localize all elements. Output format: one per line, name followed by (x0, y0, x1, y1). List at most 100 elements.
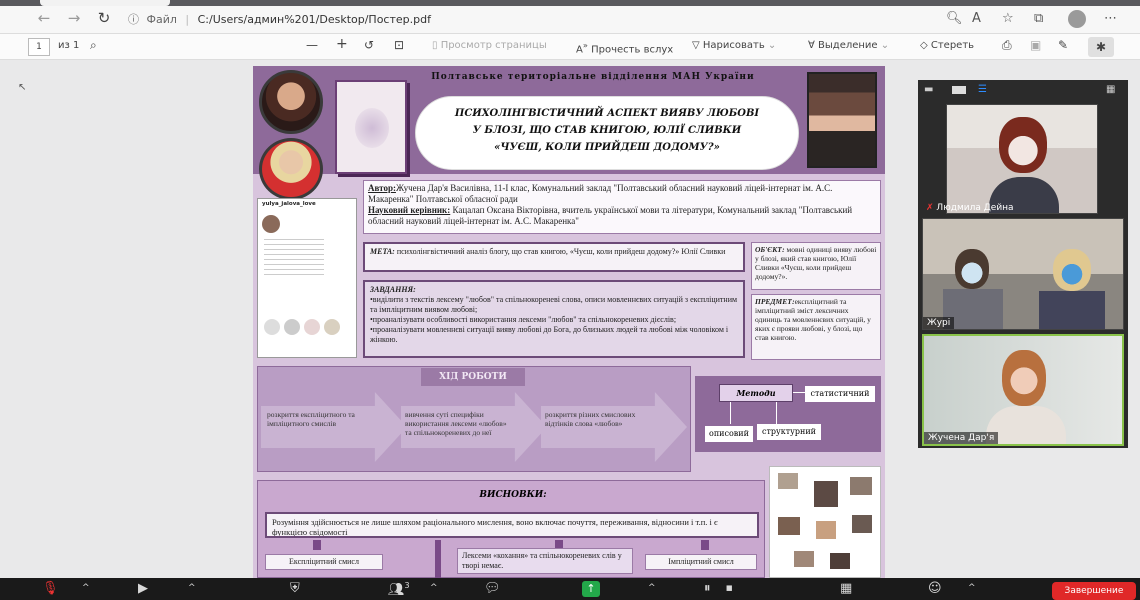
video-options-icon[interactable]: ^ (188, 583, 196, 593)
save-as-icon[interactable]: ✎ (1058, 38, 1068, 52)
url-label: Файл (146, 13, 177, 26)
view-icon[interactable] (952, 86, 966, 94)
collections-icon[interactable]: ⧉ (1034, 11, 1043, 26)
url-box[interactable]: ⓘ Файл | C:/Users/админ%201/Desktop/Пост… (128, 9, 938, 31)
participant-tile[interactable] (946, 104, 1098, 214)
save-icon[interactable]: ▣ (1030, 38, 1041, 52)
more-icon[interactable]: ⋯ (1104, 11, 1117, 26)
participant-name: Жучена Дар'я (924, 432, 999, 444)
highlight-button[interactable]: ∀ Выделение ⌄ (808, 40, 889, 51)
rotate-icon[interactable]: ↺ (364, 38, 374, 52)
instagram-highlight-icon (324, 319, 340, 335)
object-label: ОБ'ЄКТ: (755, 245, 785, 254)
zoom-icon[interactable]: 🔍︎ (946, 11, 963, 26)
author-label: Автор: (368, 183, 396, 193)
participant-video (999, 117, 1047, 173)
reactions-options-icon[interactable]: ^ (968, 583, 976, 593)
erase-button[interactable]: ◇ Стереть (920, 40, 974, 51)
writer-photo (807, 72, 877, 168)
minimize-icon[interactable]: ▬ (924, 84, 933, 95)
zoom-in-button[interactable]: + (336, 36, 348, 52)
draw-chevron-icon[interactable]: ⌄ (768, 40, 776, 51)
zoom-out-button[interactable]: — (306, 38, 318, 52)
meta-box: МЕТА: психолінгвістичний аналіз блогу, щ… (363, 242, 745, 272)
pause-share-icon[interactable]: ⏸ (704, 581, 711, 596)
reactions-icon[interactable]: ☺ (928, 581, 942, 596)
poster-title-line-3: «ЧУЄШ, КОЛИ ПРИЙДЕШ ДОДОМУ?» (494, 142, 720, 153)
step-2-text: вивчення суті специфіки використання лек… (405, 410, 507, 437)
profile-avatar[interactable] (1068, 10, 1086, 28)
poster-title-line-2: У БЛОЗІ, ЩО СТАВ КНИГОЮ, ЮЛІЇ СЛИВКИ (472, 125, 742, 136)
url-divider: | (185, 13, 190, 26)
meeting-controls-bar: 🎙︎ ^ ▶ ^ ⛨ 👥︎3 ^ 💬︎ ↑ ^ ⏸ ⏹ ▦ ☺ ^ (0, 578, 1140, 600)
instagram-username: yulya_jalova_love (262, 201, 316, 207)
highlight-chevron-icon[interactable]: ⌄ (881, 40, 889, 51)
draw-button[interactable]: ▽ Нарисовать ⌄ (692, 40, 776, 51)
participant-video (1039, 291, 1105, 329)
participants-options-icon[interactable]: ^ (430, 583, 438, 593)
object-box: ОБ'ЄКТ: мовні одиниці вияву любові у бло… (751, 242, 881, 290)
back-icon[interactable]: ← (34, 9, 54, 27)
mic-muted-icon: ✗ (926, 203, 934, 213)
progress-label: ХІД РОБОТИ (421, 368, 525, 386)
poster-title-line-1: ПСИХОЛІНГВІСТИЧНИЙ АСПЕКТ ВИЯВУ ЛЮБОВІ (454, 108, 760, 119)
participant-video (1002, 350, 1046, 406)
video-icon[interactable]: ▶ (138, 581, 148, 596)
meta-label: МЕТА: (370, 247, 395, 256)
poster-title-oval: ПСИХОЛІНГВІСТИЧНИЙ АСПЕКТ ВИЯВУ ЛЮБОВІ У… (415, 96, 799, 170)
methods-connector (730, 402, 731, 424)
tasks-label: ЗАВДАННЯ: (370, 285, 416, 294)
step-1-text: розкриття експліцитного та імпліцитного … (267, 410, 355, 428)
info-icon[interactable]: ⓘ (128, 13, 139, 26)
stop-share-icon[interactable]: ⏹ (726, 581, 733, 596)
participant-tile[interactable]: Журі (922, 218, 1124, 330)
subject-label: ПРЕДМЕТ: (755, 297, 795, 306)
erase-label: Стереть (930, 40, 975, 51)
pin-icon[interactable]: ✱ (1088, 37, 1114, 57)
task-item: •проаналізувати мовленнєві ситуації вияв… (370, 325, 729, 344)
page-number-input[interactable]: 1 (28, 38, 50, 56)
apps-icon[interactable]: ▦ (840, 581, 852, 596)
print-icon[interactable]: ⎙ (1002, 38, 1012, 53)
read-mode-icon[interactable]: A (972, 11, 981, 26)
participant-tile[interactable]: Жучена Дар'я (922, 334, 1124, 446)
lexeme-note: Лексеми «кохання» та спільнокореневих сл… (457, 548, 633, 574)
mic-muted-icon[interactable]: 🎙︎ (42, 581, 59, 596)
instagram-highlight-icon (264, 319, 280, 335)
chat-icon[interactable]: 💬︎ (484, 581, 501, 596)
instagram-highlights (264, 319, 350, 335)
instagram-highlight-icon (284, 319, 300, 335)
collage-photo (830, 553, 850, 569)
page-view-button[interactable]: ▯ Просмотр страницы (432, 40, 547, 51)
participant-video (1053, 249, 1091, 291)
security-icon[interactable]: ⛨ (290, 581, 300, 596)
author-photo (259, 70, 323, 134)
conclusions-label: ВИСНОВКИ: (479, 490, 547, 500)
collage-photo (852, 515, 872, 533)
forward-icon[interactable]: → (64, 9, 84, 27)
participant-name: Журі (923, 317, 955, 329)
down-arrow-icon (435, 540, 441, 578)
url-text[interactable]: C:/Users/админ%201/Desktop/Постер.pdf (198, 13, 431, 26)
read-aloud-button[interactable]: A» Прочесть вслух (576, 40, 673, 55)
share-screen-icon[interactable]: ↑ (582, 581, 600, 597)
book-cover-art (355, 108, 389, 148)
end-meeting-button[interactable]: Завершение (1052, 582, 1136, 600)
methods-connector (776, 402, 777, 424)
search-icon[interactable]: ⌕ (90, 38, 97, 53)
fit-page-icon[interactable]: ⊡ (394, 38, 404, 52)
reload-icon[interactable]: ↻ (94, 9, 114, 27)
participants-icon[interactable]: 👥︎3 (388, 581, 410, 597)
favorite-icon[interactable]: ☆ (1002, 11, 1014, 26)
video-panel: ▬ ☰ ▦ ✗ Людмила Дейна Журі Жучена Дар'я (918, 80, 1128, 448)
screen: ← → ↻ ⓘ Файл | C:/Users/админ%201/Deskto… (0, 0, 1140, 600)
expand-icon[interactable]: ▦ (1106, 84, 1115, 95)
book-cover-image (335, 80, 407, 174)
instagram-avatar (262, 215, 280, 233)
audio-options-icon[interactable]: ^ (82, 583, 90, 593)
layout-icon[interactable]: ☰ (978, 84, 987, 95)
share-options-icon[interactable]: ^ (648, 583, 656, 593)
poster-page: Полтавське територіальне відділення МАН … (253, 66, 885, 578)
instagram-highlight-icon (304, 319, 320, 335)
instagram-bio-lines (264, 239, 324, 279)
